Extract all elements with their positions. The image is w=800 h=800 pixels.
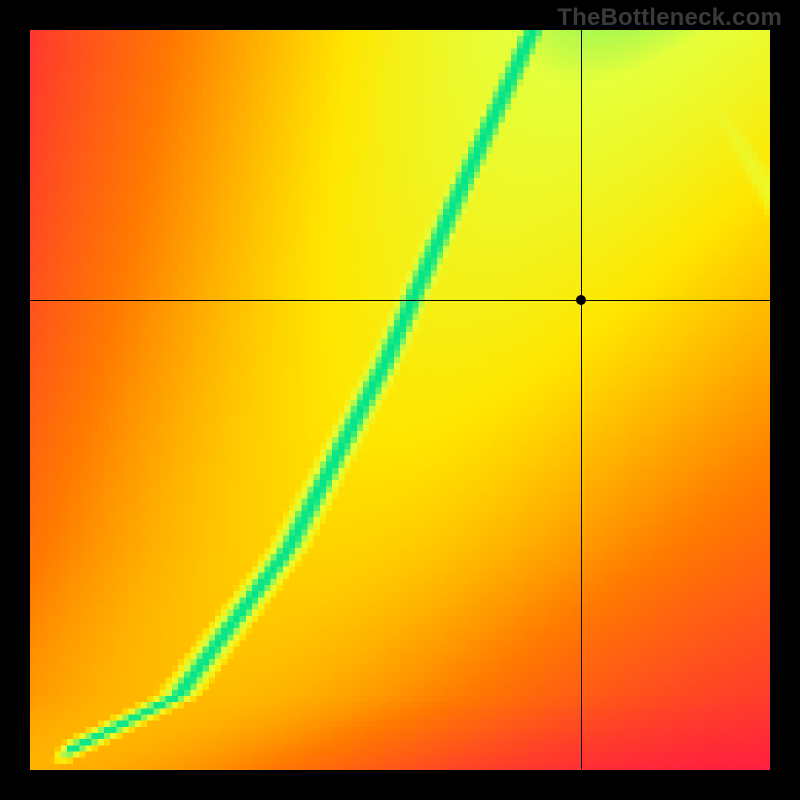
crosshair-horizontal <box>30 300 770 301</box>
heatmap-canvas <box>30 30 770 770</box>
watermark-text: TheBottleneck.com <box>557 4 782 32</box>
chart-frame: TheBottleneck.com <box>0 0 800 800</box>
heatmap-plot <box>30 30 770 770</box>
crosshair-vertical <box>581 30 582 770</box>
